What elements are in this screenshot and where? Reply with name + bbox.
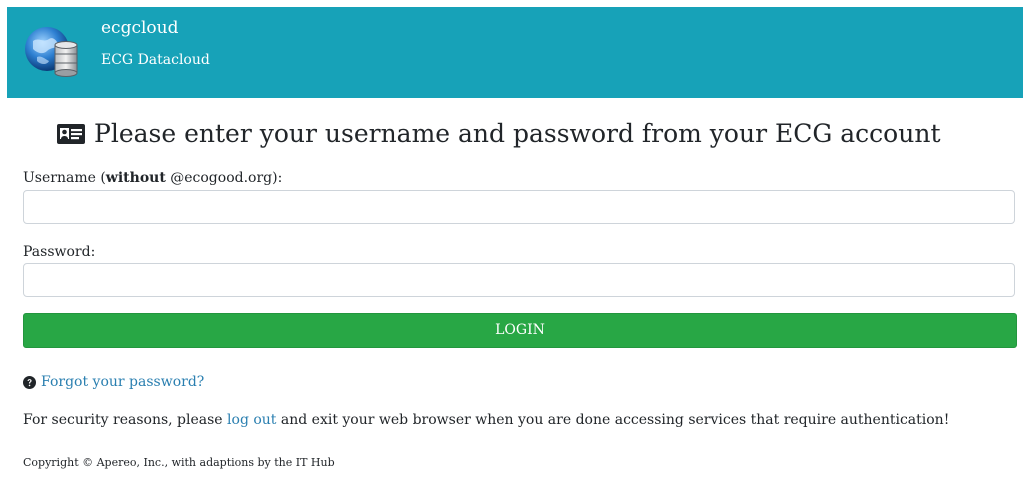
question-circle-icon: [23, 375, 36, 389]
username-label-bold: without: [105, 170, 166, 186]
username-label-prefix: Username (: [23, 170, 106, 186]
security-text-before: For security reasons, please: [23, 412, 228, 428]
username-input[interactable]: [23, 190, 1015, 224]
username-label-suffix: @ecogood.org):: [165, 170, 283, 186]
password-label: Password:: [23, 244, 96, 260]
login-page: ecgcloud ECG Datacloud Please enter your…: [0, 0, 1023, 483]
page-heading: Please enter your username and password …: [56, 116, 940, 152]
login-button[interactable]: LOGIN: [23, 313, 1017, 348]
logout-link[interactable]: log out: [227, 412, 276, 428]
security-note: For security reasons, please log out and…: [23, 411, 949, 429]
app-header: ecgcloud ECG Datacloud: [7, 7, 1023, 98]
id-card-icon: [57, 124, 85, 144]
copyright-text: Copyright © Apereo, Inc., with adaptions…: [23, 456, 335, 469]
forgot-password: Forgot your password?: [23, 373, 204, 391]
forgot-password-link[interactable]: Forgot your password?: [41, 373, 204, 391]
globe-database-icon: [25, 27, 78, 77]
password-input[interactable]: [23, 263, 1015, 297]
heading-text: Please enter your username and password …: [94, 119, 941, 148]
app-subtitle: ECG Datacloud: [101, 52, 210, 68]
username-label: Username (without @ecogood.org):: [23, 169, 282, 187]
security-text-after: and exit your web browser when you are d…: [276, 412, 950, 428]
app-title: ecgcloud: [101, 18, 179, 38]
